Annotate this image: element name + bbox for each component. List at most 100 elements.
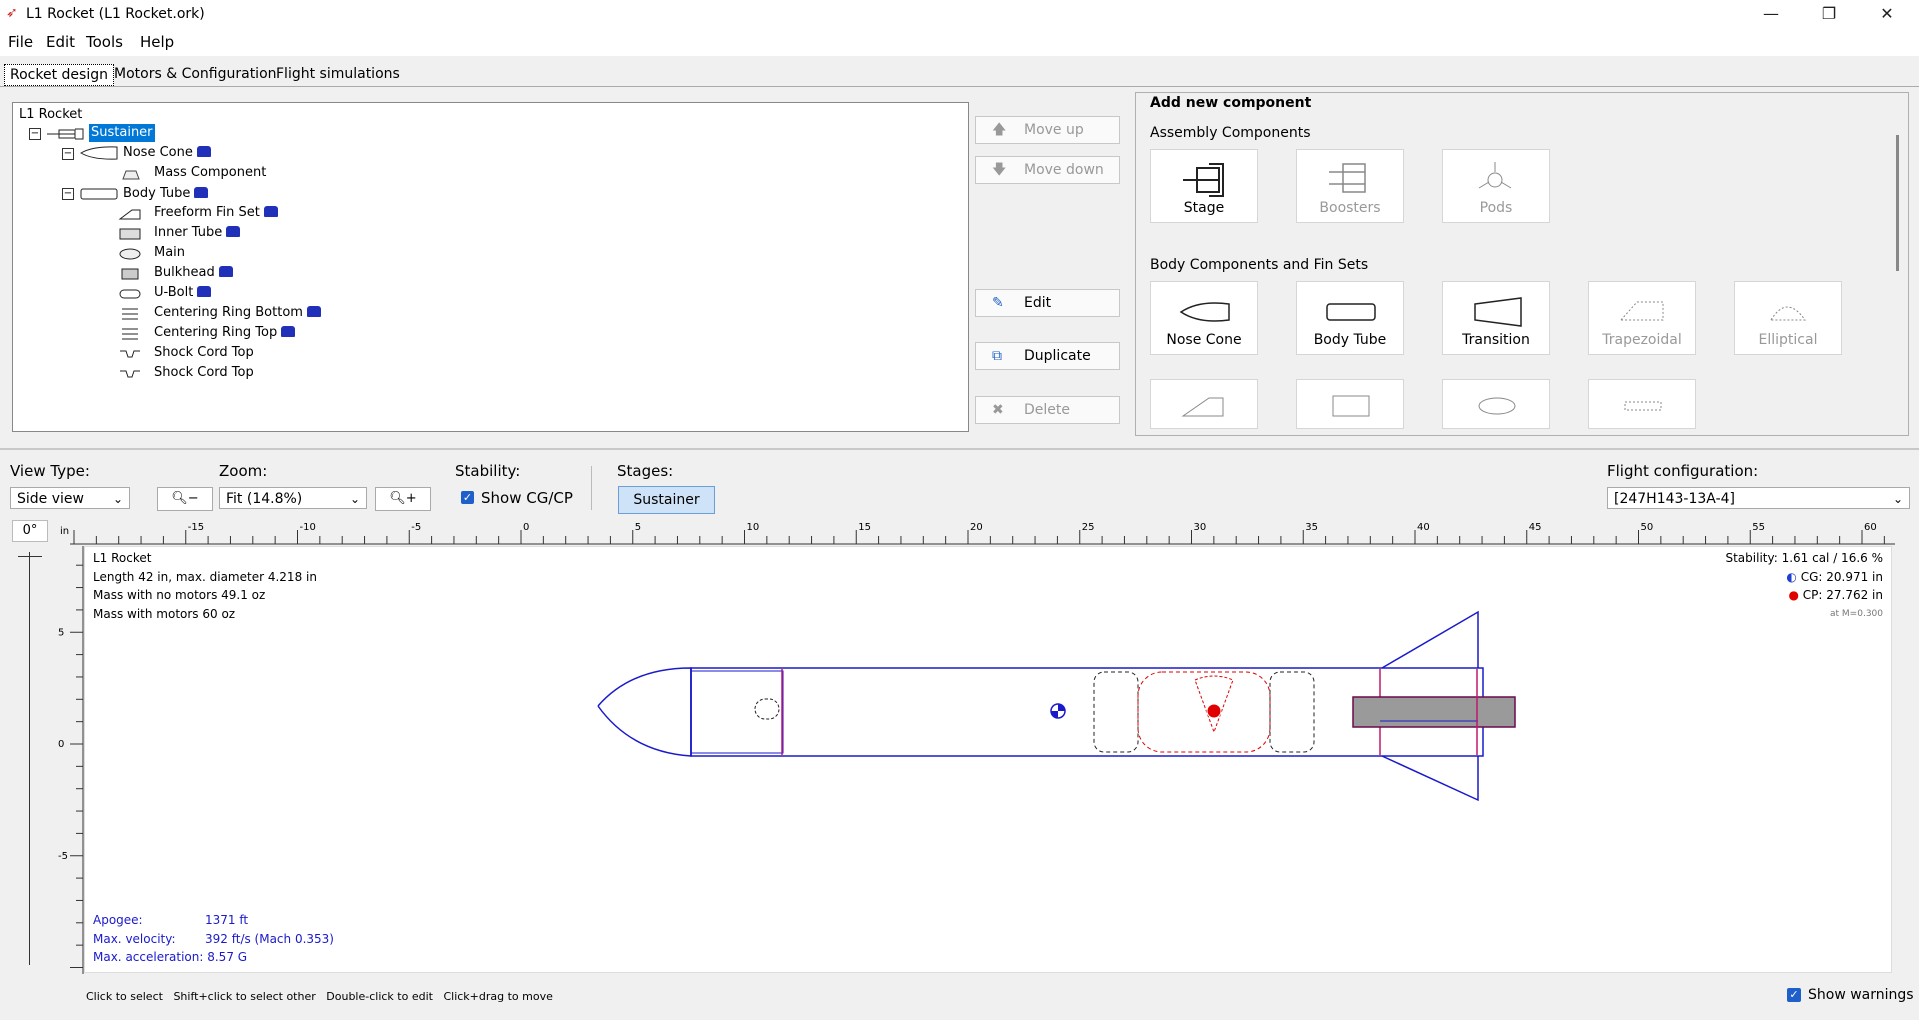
vertical-ruler: 5 0 -5 xyxy=(58,546,84,974)
body-tube-icon xyxy=(1326,303,1376,321)
split-divider[interactable] xyxy=(0,448,1919,450)
acceleration-label: Max. acceleration: xyxy=(93,950,204,964)
add-elliptical-fins-button[interactable]: Elliptical xyxy=(1734,281,1842,355)
menu-tools[interactable]: Tools xyxy=(86,33,123,51)
move-down-label: Move down xyxy=(1024,162,1104,178)
menu-file[interactable]: File xyxy=(8,33,33,51)
move-up-button[interactable]: 🡅 Move up xyxy=(975,116,1120,144)
inner-tube-icon xyxy=(119,228,141,240)
collapse-nose-cone-icon[interactable]: − xyxy=(62,148,74,160)
tab-motors-configuration[interactable]: Motors & Configuration xyxy=(109,64,282,84)
edit-button[interactable]: ✎ Edit xyxy=(975,289,1120,317)
arrow-up-icon: 🡅 xyxy=(992,122,1007,138)
menu-bar: File Edit Tools Help xyxy=(0,28,1919,56)
view-type-select[interactable]: Side view ⌄ xyxy=(10,487,130,509)
show-cgcp-checkbox[interactable]: ✓ xyxy=(461,491,474,504)
acceleration-row: Max. acceleration: 8.57 G xyxy=(93,948,334,967)
add-trapezoidal-fins-button[interactable]: Trapezoidal xyxy=(1588,281,1696,355)
minimize-button[interactable]: — xyxy=(1742,0,1800,28)
show-warnings-checkbox[interactable]: ✓ xyxy=(1787,988,1801,1002)
flight-config-select[interactable]: [247H143-13A-4] ⌄ xyxy=(1607,487,1910,509)
menu-help[interactable]: Help xyxy=(140,33,174,51)
elliptical-fin-icon xyxy=(1770,306,1806,321)
show-warnings-label: Show warnings xyxy=(1808,987,1914,1003)
duplicate-button[interactable]: ⧉ Duplicate xyxy=(975,342,1120,370)
add-pods-button[interactable]: Pods xyxy=(1442,149,1550,223)
tile-label: Trapezoidal xyxy=(1602,332,1682,348)
nose-shoulder xyxy=(690,670,784,754)
rocket-drawing[interactable] xyxy=(85,547,1891,972)
tree-item-label: Centering Ring Top xyxy=(154,325,278,340)
shock-cord-icon xyxy=(120,350,140,358)
tree-item-shock-cord-top[interactable]: Shock Cord Top xyxy=(154,344,254,362)
duplicate-icon: ⧉ xyxy=(992,348,1002,364)
component-tree[interactable]: L1 Rocket − Sustainer − Nose Cone Mass C… xyxy=(12,102,969,432)
apogee-row: Apogee: 1371 ft xyxy=(93,911,334,930)
body-components-header: Body Components and Fin Sets xyxy=(1150,257,1369,273)
tree-item-body-tube[interactable]: Body Tube xyxy=(123,185,209,203)
tree-item-shock-cord-top-2[interactable]: Shock Cord Top xyxy=(154,364,254,382)
collapse-sustainer-icon[interactable]: − xyxy=(29,128,41,140)
hint-move: Click+drag to move xyxy=(443,990,553,1003)
zoom-out-icon: 🔍︎− xyxy=(171,491,199,506)
add-launch-lug-button[interactable] xyxy=(1442,379,1550,429)
tree-item-nose-cone[interactable]: Nose Cone xyxy=(123,144,211,162)
lock-icon xyxy=(226,226,241,237)
close-button[interactable]: ✕ xyxy=(1858,0,1916,28)
assembly-components-header: Assembly Components xyxy=(1150,125,1311,141)
tree-item-freeform-fin-set[interactable]: Freeform Fin Set xyxy=(154,204,278,222)
zoom-select[interactable]: Fit (14.8%) ⌄ xyxy=(219,487,367,509)
tree-item-centering-ring-top[interactable]: Centering Ring Top xyxy=(154,324,296,342)
stages-label: Stages: xyxy=(617,462,674,480)
maximize-button[interactable]: ❐ xyxy=(1800,0,1858,28)
window-title: L1 Rocket (L1 Rocket.ork) xyxy=(26,6,205,22)
tree-item-inner-tube[interactable]: Inner Tube xyxy=(154,224,241,242)
add-body-tube-button[interactable]: Body Tube xyxy=(1296,281,1404,355)
stage-icon xyxy=(1183,163,1224,197)
tab-divider xyxy=(0,86,1919,87)
stage-toggle-sustainer[interactable]: Sustainer xyxy=(618,486,715,514)
nose-cone-icon xyxy=(80,146,118,160)
add-boosters-button[interactable]: Boosters xyxy=(1296,149,1404,223)
body-tube-icon xyxy=(80,188,118,200)
collapse-body-tube-icon[interactable]: − xyxy=(62,188,74,200)
tree-item-centering-ring-bottom[interactable]: Centering Ring Bottom xyxy=(154,304,321,322)
status-hints: Click to select Shift+click to select ot… xyxy=(86,990,553,1003)
zoom-in-button[interactable]: 🔍︎+ xyxy=(375,487,431,511)
tile-label: Body Tube xyxy=(1313,332,1387,348)
ruler-label: -15 xyxy=(188,522,204,533)
tree-item-main[interactable]: Main xyxy=(154,244,185,262)
add-transition-button[interactable]: Transition xyxy=(1442,281,1550,355)
tree-item-mass-component[interactable]: Mass Component xyxy=(154,164,266,182)
tab-flight-simulations[interactable]: Flight simulations xyxy=(271,64,405,84)
tab-rocket-design[interactable]: Rocket design xyxy=(4,64,114,86)
zoom-out-button[interactable]: 🔍︎− xyxy=(157,487,213,511)
shock-cord-2 xyxy=(1269,671,1315,753)
add-freeform-fins-button[interactable] xyxy=(1150,379,1258,429)
app-rocket-icon: ➶ xyxy=(6,5,18,21)
add-stage-button[interactable]: Stage xyxy=(1150,149,1258,223)
rotation-angle-field[interactable]: 0° xyxy=(12,520,48,542)
menu-edit[interactable]: Edit xyxy=(46,33,75,51)
scrollbar-thumb[interactable] xyxy=(1896,135,1899,271)
rotation-slider[interactable] xyxy=(29,552,30,965)
ruler-label: 0 xyxy=(523,522,529,533)
edit-icon: ✎ xyxy=(992,295,1004,311)
ruler-label: 10 xyxy=(747,522,760,533)
rocket-figure-canvas[interactable]: L1 Rocket Length 42 in, max. diameter 4.… xyxy=(84,546,1892,973)
rotation-slider-handle[interactable] xyxy=(18,556,42,557)
chevron-down-icon: ⌄ xyxy=(112,492,123,506)
tree-item-sustainer[interactable]: Sustainer xyxy=(88,123,156,143)
add-tube-fins-button[interactable] xyxy=(1296,379,1404,429)
delete-button[interactable]: ✖ Delete xyxy=(975,396,1120,424)
move-down-button[interactable]: 🡇 Move down xyxy=(975,156,1120,184)
freeform-fin-icon xyxy=(118,209,141,220)
tree-item-u-bolt[interactable]: U-Bolt xyxy=(154,284,212,302)
tree-item-bulkhead[interactable]: Bulkhead xyxy=(154,264,233,282)
arrow-down-icon: 🡇 xyxy=(992,162,1007,178)
add-nose-cone-button[interactable]: Nose Cone xyxy=(1150,281,1258,355)
tree-root[interactable]: L1 Rocket xyxy=(19,106,82,124)
tree-item-label: Freeform Fin Set xyxy=(154,205,260,220)
add-rail-button-button[interactable] xyxy=(1588,379,1696,429)
velocity-value: 392 ft/s (Mach 0.353) xyxy=(205,931,334,946)
